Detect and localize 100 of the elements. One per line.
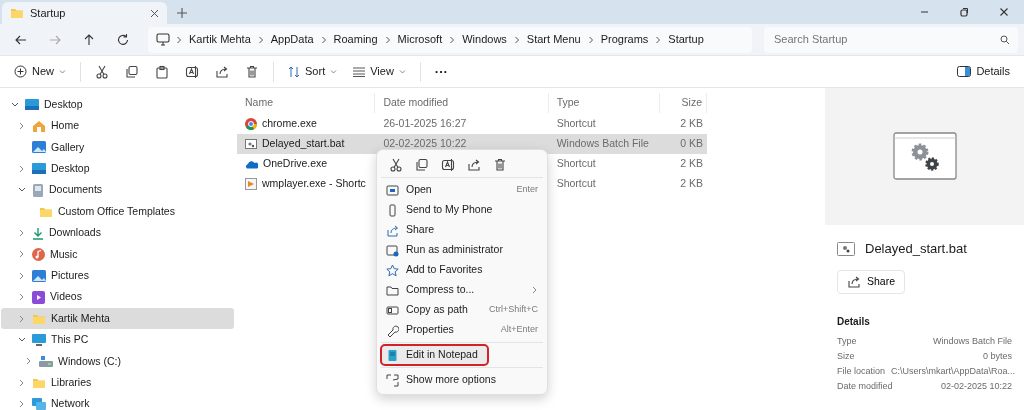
menu-item[interactable]: Send to My Phone xyxy=(381,200,543,220)
cloud-icon xyxy=(245,159,258,169)
document-icon xyxy=(32,183,44,197)
column-header[interactable]: Date modified xyxy=(375,93,549,113)
file-item[interactable]: wmplayer.exe - Shortc xyxy=(237,174,376,194)
share-icon xyxy=(386,223,399,237)
share-icon[interactable] xyxy=(847,275,861,290)
up-icon[interactable] xyxy=(82,32,96,47)
delete-icon[interactable] xyxy=(493,158,507,172)
folder-icon xyxy=(32,312,46,325)
cut-icon[interactable] xyxy=(389,158,403,172)
sidebar-item[interactable]: Network xyxy=(1,393,234,410)
search-box[interactable]: Search Startup xyxy=(764,26,1018,53)
menu-item[interactable]: Compress to... xyxy=(381,280,543,300)
sidebar-item[interactable]: Kartik Mehta xyxy=(1,307,234,330)
copy-icon[interactable] xyxy=(415,158,429,172)
breadcrumb-item[interactable]: AppData xyxy=(269,31,315,48)
breadcrumb-item[interactable]: Windows xyxy=(461,31,508,48)
breadcrumb-item[interactable]: Startup xyxy=(667,31,705,48)
sidebar-item[interactable]: Libraries xyxy=(1,372,234,394)
menu-item[interactable]: Copy as path Ctrl+Shift+C xyxy=(381,300,543,320)
monitor-icon xyxy=(32,334,46,346)
breadcrumb-item[interactable]: Roaming xyxy=(332,31,379,48)
plus-icon xyxy=(177,8,187,18)
caret-icon xyxy=(330,69,338,74)
share-icon[interactable] xyxy=(215,64,229,79)
folder-zip-icon xyxy=(386,283,399,297)
breadcrumb-item[interactable]: Microsoft xyxy=(396,31,444,48)
view-button[interactable]: View xyxy=(347,58,412,85)
menu-item[interactable]: Show more options xyxy=(381,370,543,390)
property-label: Type xyxy=(837,335,857,348)
restore-icon[interactable] xyxy=(959,7,969,17)
menu-item[interactable]: Run as administrator xyxy=(381,240,543,260)
column-header[interactable]: Name xyxy=(237,93,376,113)
chevron-right-icon xyxy=(19,314,25,323)
column-header[interactable]: Type xyxy=(548,93,661,113)
menu-item[interactable]: Open Enter xyxy=(381,180,543,200)
file-item[interactable]: chrome.exe xyxy=(237,114,376,134)
cut-icon[interactable] xyxy=(95,64,109,79)
breadcrumb-item[interactable]: Kartik Mehta xyxy=(188,31,252,48)
delete-icon[interactable] xyxy=(245,64,259,79)
more-button[interactable]: ··· xyxy=(428,58,454,85)
file-item[interactable]: Delayed_start.bat xyxy=(237,134,376,154)
property-label: File location xyxy=(837,365,886,378)
file-item[interactable]: OneDrive.exe xyxy=(237,154,376,174)
chevron-right-icon xyxy=(19,400,25,409)
sidebar-item[interactable]: Downloads xyxy=(1,222,234,244)
breadcrumb-item[interactable]: Programs xyxy=(599,31,650,48)
sort-button[interactable]: Sort xyxy=(282,58,344,85)
menu-item[interactable]: Share xyxy=(381,220,543,240)
chevron-down-icon xyxy=(18,187,26,194)
folder-icon xyxy=(39,205,53,218)
close-icon[interactable] xyxy=(150,8,159,18)
file-size: 2 KB xyxy=(679,116,704,132)
rename-icon[interactable] xyxy=(441,158,455,172)
sort-icon xyxy=(288,65,300,78)
new-button[interactable]: New xyxy=(8,58,72,85)
drive-icon xyxy=(39,355,53,368)
chevron-right-icon xyxy=(19,271,25,280)
window-tab[interactable]: Startup xyxy=(2,2,167,24)
search-field[interactable]: Search Startup xyxy=(772,30,1000,49)
sidebar-item[interactable]: Gallery xyxy=(1,136,234,159)
breadcrumb-item[interactable]: Start Menu xyxy=(525,31,582,48)
refresh-icon[interactable] xyxy=(116,32,130,47)
sidebar-item[interactable]: Music xyxy=(1,243,234,266)
chevron-right-icon xyxy=(19,250,25,259)
path-icon xyxy=(386,303,399,317)
sidebar-item[interactable]: Home xyxy=(1,115,234,137)
share-icon[interactable] xyxy=(467,158,481,172)
phone-icon xyxy=(386,203,399,217)
share-button[interactable]: Share xyxy=(837,270,906,294)
folder-icon xyxy=(10,7,24,19)
window-icon xyxy=(386,183,399,197)
desktop-icon xyxy=(32,163,46,175)
expand-icon xyxy=(386,373,399,387)
tab-title: Startup xyxy=(30,5,67,21)
column-header[interactable]: Size xyxy=(660,93,707,113)
sidebar-item[interactable]: Windows (C:) xyxy=(1,350,234,373)
details-button[interactable]: Details xyxy=(951,58,1016,85)
copy-icon[interactable] xyxy=(125,64,139,79)
menu-item[interactable]: Add to Favorites xyxy=(381,260,543,280)
close-icon[interactable] xyxy=(999,7,1009,17)
notepad-icon xyxy=(386,348,399,362)
sidebar-item[interactable]: Custom Office Templates xyxy=(1,200,234,223)
chevron-icon xyxy=(320,35,327,44)
section-heading: Details xyxy=(837,315,871,329)
sidebar-item[interactable]: Videos xyxy=(1,286,234,308)
menu-item[interactable]: Edit in Notepad xyxy=(381,345,488,365)
sidebar-item[interactable]: Documents xyxy=(1,179,234,201)
rename-icon[interactable] xyxy=(185,64,199,79)
menu-item[interactable]: Properties Alt+Enter xyxy=(381,320,543,340)
folder-icon xyxy=(32,376,46,389)
sidebar-item[interactable]: Pictures xyxy=(1,265,234,287)
chrome-icon xyxy=(245,118,257,130)
monitor-icon[interactable] xyxy=(156,33,170,46)
sidebar-item[interactable]: Desktop xyxy=(1,94,234,116)
gallery-icon xyxy=(32,141,46,154)
sidebar-item[interactable]: This PC xyxy=(1,329,234,351)
file-size: 2 KB xyxy=(679,156,704,172)
sidebar-item[interactable]: Desktop xyxy=(1,158,234,180)
